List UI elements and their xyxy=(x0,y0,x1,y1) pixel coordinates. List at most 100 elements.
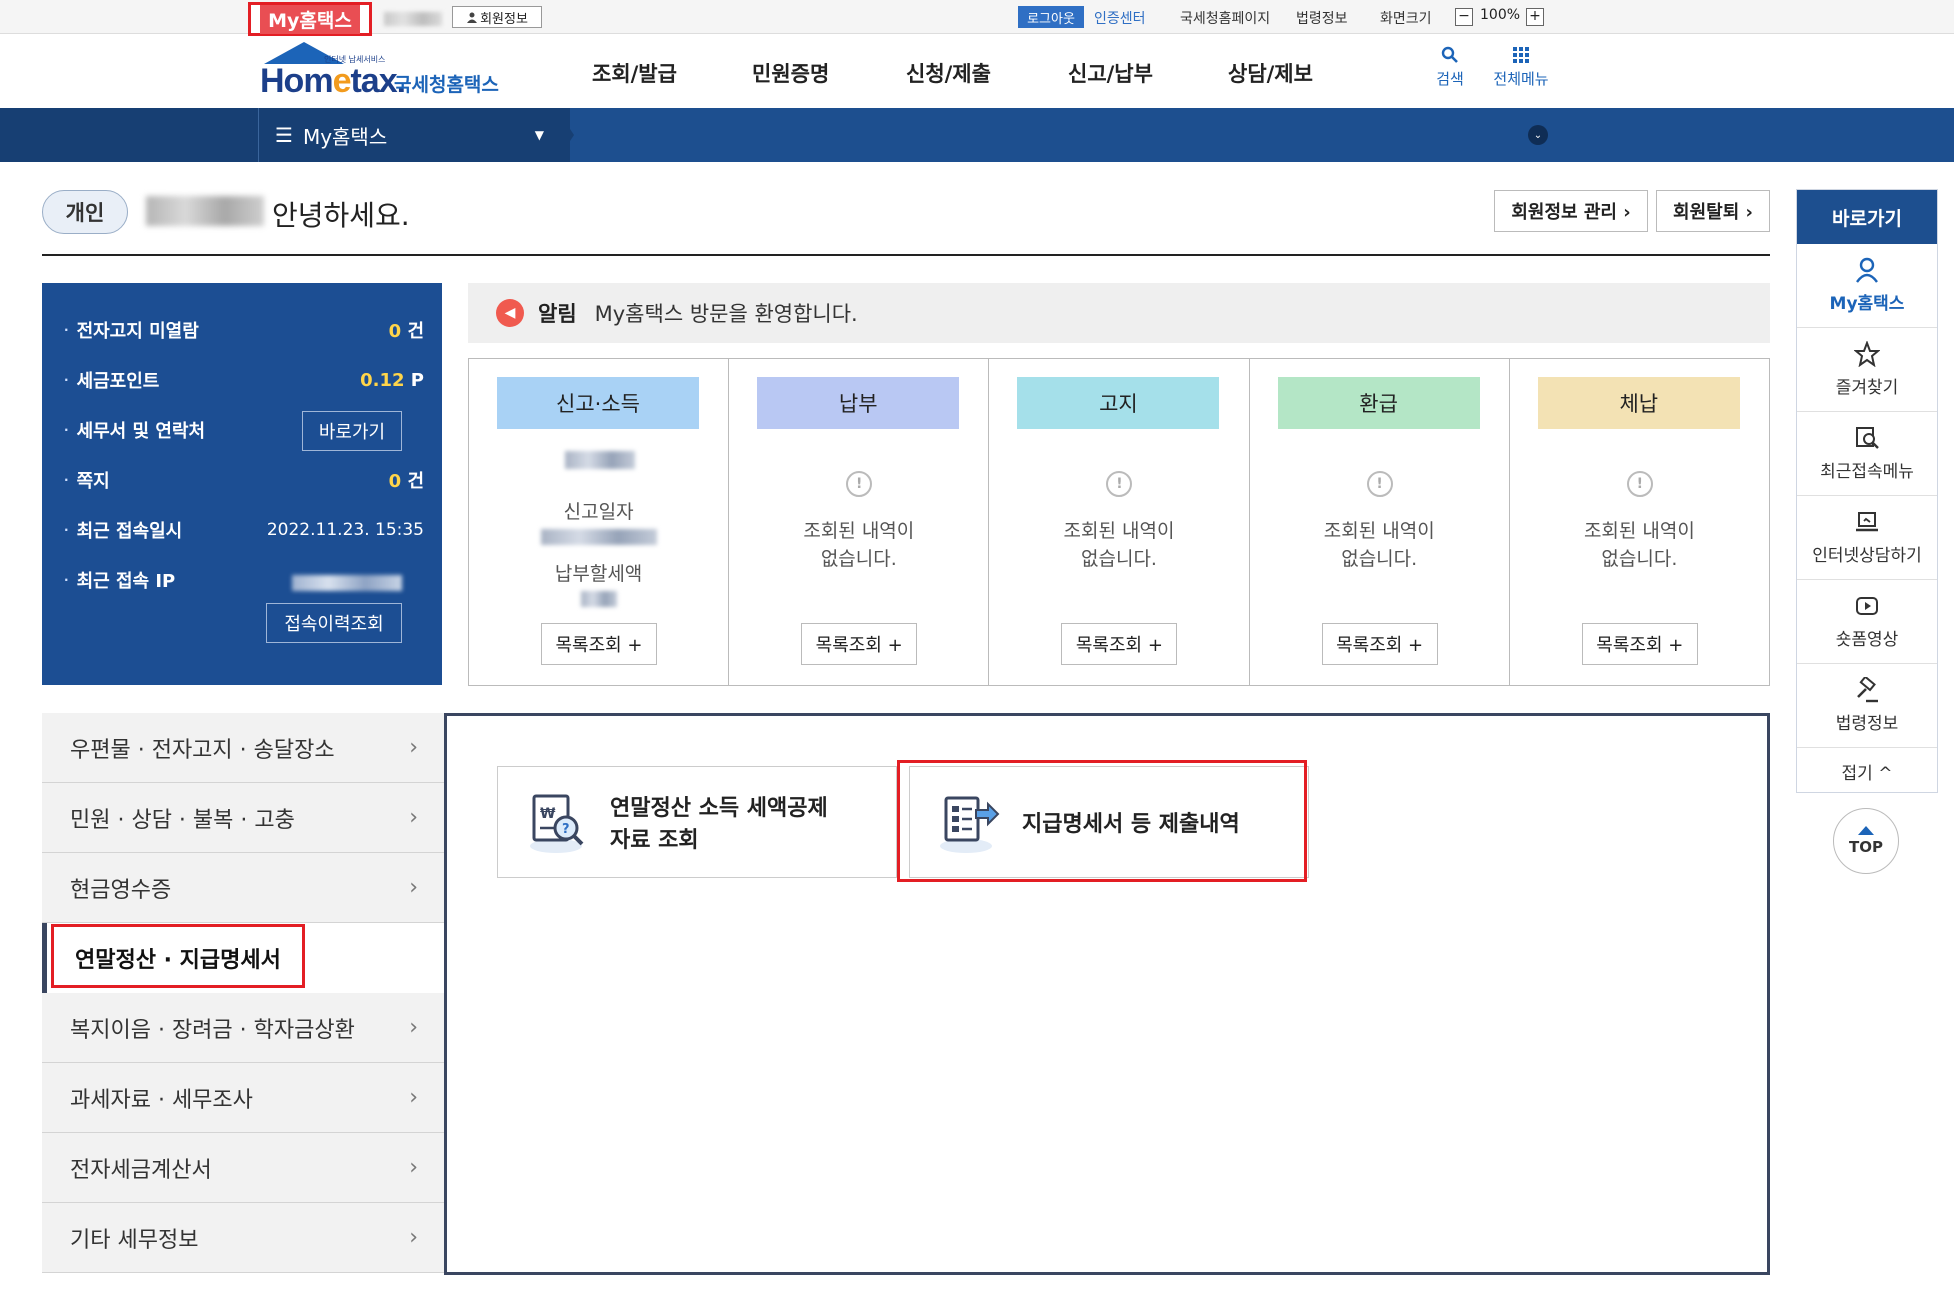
chevron-right-icon: › xyxy=(409,1015,418,1040)
chevron-right-icon: › xyxy=(409,735,418,760)
empty-message: 조회된 내역이 없습니다. xyxy=(1250,517,1509,573)
menu-mail-enotice[interactable]: 우편물 · 전자고지 · 송달장소 › xyxy=(42,713,446,783)
manage-member-info-button[interactable]: 회원정보 관리 › xyxy=(1494,190,1648,232)
access-history-button[interactable]: 접속이력조회 xyxy=(266,603,402,643)
card-payment: 납부 ! 조회된 내역이없습니다. 목록조회 + xyxy=(729,359,990,685)
logout-button[interactable]: 로그아웃 xyxy=(1018,6,1084,28)
menu-civil-consult[interactable]: 민원 · 상담 · 불복 · 고충 › xyxy=(42,783,446,853)
gnb-report-pay[interactable]: 신고/납부 xyxy=(1068,58,1153,88)
svc1-line-2: 자료 조회 xyxy=(610,828,699,853)
greeting-text: 안녕하세요. xyxy=(272,199,410,232)
scroll-top-button[interactable]: TOP xyxy=(1833,808,1899,874)
my-hometax-top-link[interactable]: My홈택스 xyxy=(248,2,372,36)
logo-wordmark: Hometax. xyxy=(260,62,406,101)
menu-label: 복지이음 · 장려금 · 학자금상환 xyxy=(70,1017,355,1043)
list-inquiry-button[interactable]: 목록조회 + xyxy=(1581,623,1698,665)
user-type-badge: 개인 xyxy=(42,190,128,234)
e-notice-count: 0 xyxy=(388,321,402,342)
menu-cash-receipt[interactable]: 현금영수증 › xyxy=(42,853,446,923)
zoom-in-button[interactable]: + xyxy=(1526,8,1544,26)
zoom-out-button[interactable]: − xyxy=(1455,8,1473,26)
fold-quick-menu-button[interactable]: 접기 ^ xyxy=(1797,750,1937,792)
quick-shortform-video[interactable]: 숏폼영상 xyxy=(1797,580,1937,664)
e-notice-label: 전자고지 미열람 xyxy=(76,321,199,342)
member-info-button[interactable]: 회원정보 xyxy=(452,6,542,28)
menu-e-tax-invoice[interactable]: 전자세금계산서 › xyxy=(42,1133,446,1203)
list-inquiry-button[interactable]: 목록조회 + xyxy=(541,623,657,665)
card-refund: 환급 ! 조회된 내역이 없습니다. 목록조회 + xyxy=(1250,359,1510,685)
card-arrears: 체납 ! 조회된 내역이 없습니다. 목록조회 + xyxy=(1510,359,1769,685)
chevron-right-icon: › xyxy=(409,1155,418,1180)
recent-search-icon xyxy=(1856,427,1879,449)
exclamation-icon: ! xyxy=(846,471,873,497)
chevron-right-icon: › xyxy=(409,875,418,900)
tax-point-number: 0.12 xyxy=(360,369,405,391)
svc1-line-1: 연말정산 소득 세액공제 xyxy=(610,796,828,821)
quick-menu-title: 바로가기 xyxy=(1797,190,1937,244)
memo-unit: 건 xyxy=(407,471,424,492)
empty-line-2: 없습니다. xyxy=(1341,548,1418,570)
search-button[interactable]: 검색 xyxy=(1430,46,1470,89)
deduction-data-inquiry-label: 연말정산 소득 세액공제자료 조회 xyxy=(610,790,828,854)
top-label: TOP xyxy=(1849,838,1883,856)
blurred-date xyxy=(541,529,657,545)
grid-menu-icon xyxy=(1513,47,1529,63)
person-icon xyxy=(1856,257,1878,283)
menu-tax-data-audit[interactable]: 과세자료 · 세무조사 › xyxy=(42,1063,446,1133)
account-summary-panel: · 전자고지 미열람 0 건 · 세금포인트 0.12 P · 세무서 및 연락… xyxy=(42,283,442,685)
menu-other-tax-info[interactable]: 기타 세무정보 › xyxy=(42,1203,446,1273)
empty-line-2: 없습니다. xyxy=(820,548,897,570)
list-inquiry-button[interactable]: 목록조회 + xyxy=(1321,623,1438,665)
person-icon xyxy=(467,12,478,23)
memo-row[interactable]: · 쪽지 0 건 xyxy=(64,467,424,493)
gnb-civil-certificate[interactable]: 민원증명 xyxy=(752,58,829,88)
logo-nts-text: 국세청홈택스 xyxy=(394,74,499,96)
e-notice-row[interactable]: · 전자고지 미열람 0 건 xyxy=(64,317,424,343)
card-title[interactable]: 신고·소득 xyxy=(497,377,699,429)
card-title[interactable]: 납부 xyxy=(757,377,960,429)
tax-office-shortcut-button[interactable]: 바로가기 xyxy=(302,411,402,451)
blurred-amount xyxy=(581,591,617,607)
list-inquiry-button[interactable]: 목록조회 + xyxy=(1061,623,1178,665)
bullet-icon: · xyxy=(64,323,69,337)
zoom-level: 100% xyxy=(1480,7,1521,23)
notice-text: My홈택스 방문을 환영합니다. xyxy=(594,302,858,326)
law-info-link[interactable]: 법령정보 xyxy=(1296,8,1348,28)
menu-label: 현금영수증 xyxy=(70,877,172,903)
search-label: 검색 xyxy=(1436,70,1464,88)
deduction-data-inquiry-card[interactable]: ₩ ? 연말정산 소득 세액공제 자료 조회 xyxy=(497,766,897,878)
quick-internet-consult[interactable]: 인터넷상담하기 xyxy=(1797,496,1937,580)
quick-label: 법령정보 xyxy=(1835,714,1899,734)
card-notice: 고지 ! 조회된 내역이 없습니다. 목록조회 + xyxy=(989,359,1250,685)
gnb-consult-report[interactable]: 상담/제보 xyxy=(1228,58,1313,88)
card-title[interactable]: 고지 xyxy=(1017,377,1220,429)
empty-line-1: 조회된 내역이 xyxy=(1063,520,1175,542)
empty-message: 조회된 내역이 없습니다. xyxy=(989,517,1248,573)
menu-welfare-incentive[interactable]: 복지이음 · 장려금 · 학자금상환 › xyxy=(42,993,446,1063)
quick-law-info[interactable]: 법령정보 xyxy=(1797,664,1937,748)
quick-favorites[interactable]: 즐겨찾기 xyxy=(1797,328,1937,412)
empty-line-1: 조회된 내역이 xyxy=(803,520,915,542)
withdraw-membership-button[interactable]: 회원탈퇴 › xyxy=(1656,190,1770,232)
empty-line-2: 없습니다. xyxy=(1601,548,1678,570)
gnb-apply-submit[interactable]: 신청/제출 xyxy=(906,58,991,88)
list-inquiry-button[interactable]: 목록조회 + xyxy=(801,623,918,665)
hometax-logo[interactable]: 인터넷 납세서비스 Hometax. 국세청홈택스 xyxy=(254,42,514,100)
chevron-down-icon[interactable]: ⌄ xyxy=(1528,125,1548,145)
last-access-row: · 최근 접속일시 2022.11.23. 15:35 xyxy=(64,517,424,543)
card-title[interactable]: 환급 xyxy=(1277,377,1480,429)
nts-homepage-link[interactable]: 국세청홈페이지 xyxy=(1180,8,1270,28)
location-menu-dropdown[interactable]: ☰ My홈택스 ▼ xyxy=(258,108,558,162)
blurred-username-large xyxy=(146,196,264,226)
cert-center-link[interactable]: 인증센터 xyxy=(1094,8,1146,28)
all-menu-button[interactable]: 전체메뉴 xyxy=(1488,46,1554,89)
gnb-inquiry-issue[interactable]: 조회/발급 xyxy=(592,58,677,88)
quick-my-hometax[interactable]: My홈택스 xyxy=(1797,244,1937,328)
all-menu-label: 전체메뉴 xyxy=(1493,70,1549,88)
divider xyxy=(42,254,1770,256)
star-icon xyxy=(1854,341,1880,367)
menu-label: 과세자료 · 세무조사 xyxy=(70,1087,253,1113)
tax-point-row[interactable]: · 세금포인트 0.12 P xyxy=(64,367,424,393)
card-title[interactable]: 체납 xyxy=(1537,377,1740,429)
quick-recent-menu[interactable]: 최근접속메뉴 xyxy=(1797,412,1937,496)
